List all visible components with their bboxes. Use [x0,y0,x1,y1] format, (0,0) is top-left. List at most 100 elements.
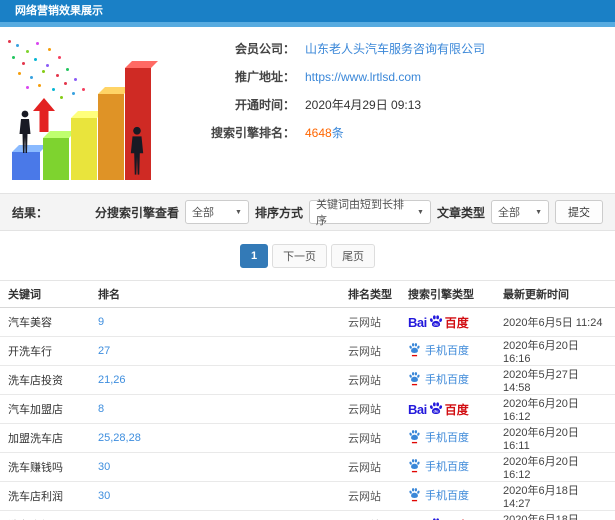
sort-filter-value: 关键词由短到长排序 [315,199,404,227]
page-title: 网络营销效果展示 [15,5,103,17]
baidu-logo-icon: Bai du 百度 [408,314,469,330]
updated-time-cell: 2020年6月18日 14:30 [495,510,615,520]
updated-time-cell: 2020年6月20日 16:16 [495,336,615,366]
company-label: 会员公司： [234,42,295,56]
rank-cell[interactable]: 27 [90,336,340,366]
table-row: 洗车店投资 21,26 云网站 Bai du 百度 [0,365,615,395]
mobile-baidu-paw-icon [409,372,420,386]
column-header-rank: 排名 [90,280,340,308]
rank-cell[interactable]: 9 [90,307,340,337]
column-header-engine: 搜索引擎类型 [400,280,495,308]
pagination: 1 下一页 尾页 [0,244,615,268]
person-figure-icon [130,126,144,175]
article-type-select[interactable]: 全部 ▼ [491,200,549,224]
chevron-down-icon: ▼ [235,208,242,216]
sort-filter-label: 排序方式 [254,205,303,220]
table-row: 加盟洗车店 25,28,28 云网站 Bai du 百度 [0,423,615,453]
info-row-rank-count: 搜索引擎排名： 4648条 [170,124,485,141]
company-info-panel: 会员公司： 山东老人头汽车服务咨询有限公司 推广地址： https://www.… [170,27,485,193]
chevron-down-icon: ▼ [417,208,424,216]
rank-type-cell: 云网站 [340,452,400,482]
results-table: 关键词 排名 排名类型 搜索引擎类型 最新更新时间 汽车美容 9 云网站 Bai [0,280,615,520]
rank-count-suffix: 条 [331,126,344,140]
rank-cell[interactable]: 21,26 [90,365,340,395]
page-header: 网络营销效果展示 [0,0,615,22]
filter-controls: 分搜索引擎查看 全部 ▼ 排序方式 关键词由短到长排序 ▼ 文章类型 全部 ▼ … [94,199,603,227]
keyword-cell: 汽车加盟店 [0,394,90,424]
rank-type-cell: 云网站 [340,336,400,366]
mobile-baidu-paw-icon [409,343,420,357]
info-row-company: 会员公司： 山东老人头汽车服务咨询有限公司 [170,40,485,57]
mobile-baidu-logo-icon: 手机百度 [408,429,469,445]
table-row: 洗车店利润 30 云网站 Bai du 百度 [0,481,615,511]
promo-url-label: 推广地址： [234,70,295,84]
open-time-value: 2020年4月29日 09:13 [305,98,422,112]
article-type-value: 全部 [498,207,520,219]
keyword-cell: 洗车店利润 [0,481,90,511]
rank-type-cell: 云网站 [340,307,400,337]
mobile-baidu-logo-icon: 手机百度 [408,487,469,503]
mobile-baidu-paw-icon [409,459,420,473]
rank-count-number: 4648 [305,126,332,140]
engine-cell: Bai du 百度 [400,307,495,337]
engine-filter-value: 全部 [191,207,214,219]
company-name-link[interactable]: 山东老人头汽车服务咨询有限公司 [305,40,485,57]
result-label: 结果： [12,205,49,220]
engine-cell: Bai du 百度 [400,510,495,520]
updated-time-cell: 2020年5月27日 14:58 [495,365,615,395]
rank-count-value: 4648条 [305,124,344,141]
person-figure-icon [19,110,31,153]
engine-filter-select[interactable]: 全部 ▼ [184,200,249,224]
engine-filter-label: 分搜索引擎查看 [94,205,179,220]
bar-chart-illustration [0,30,170,190]
rank-cell[interactable]: 25,28,28 [90,423,340,453]
baidu-paw-icon: du [429,402,442,415]
rank-type-cell: 云网站 [340,394,400,424]
page-button-current[interactable]: 1 [239,244,269,268]
engine-cell: Bai du 百度 [400,423,495,453]
rank-count-label: 搜索引擎排名： [210,126,295,140]
updated-time-cell: 2020年6月20日 16:12 [495,394,615,424]
keyword-cell: 洗车店加盟 [0,510,90,520]
mobile-baidu-paw-icon [409,488,420,502]
baidu-logo-icon: Bai du 百度 [408,401,469,417]
article-type-label: 文章类型 [436,205,485,220]
keyword-cell: 加盟洗车店 [0,423,90,453]
chart-bar-blue [12,152,40,180]
rank-type-cell: 云网站 [340,510,400,520]
baidu-paw-icon: du [429,315,442,328]
chevron-down-icon: ▼ [535,208,542,216]
updated-time-cell: 2020年6月18日 14:27 [495,481,615,511]
submit-button[interactable]: 提交 [555,200,603,224]
rank-type-cell: 云网站 [340,423,400,453]
engine-cell: Bai du 百度 [400,481,495,511]
page-button-last[interactable]: 尾页 [331,244,376,268]
column-header-keyword: 关键词 [0,280,90,308]
baidu-logo-icon: Bai du 百度 [408,517,469,520]
rank-cell[interactable]: 30 [90,481,340,511]
chart-bar-green [43,138,69,180]
sort-filter-select[interactable]: 关键词由短到长排序 ▼ [308,199,431,227]
engine-cell: Bai du 百度 [400,394,495,424]
keyword-cell: 开洗车行 [0,336,90,366]
keyword-cell: 洗车赚钱吗 [0,452,90,482]
rank-type-cell: 云网站 [340,481,400,511]
updated-time-cell: 2020年6月20日 16:11 [495,423,615,453]
engine-cell: Bai du 百度 [400,365,495,395]
rank-cell[interactable]: 30 [90,452,340,482]
table-row: 洗车赚钱吗 30 云网站 Bai du 百度 [0,452,615,482]
table-header: 关键词 排名 排名类型 搜索引擎类型 最新更新时间 [0,280,615,308]
rank-cell[interactable]: 3 [90,510,340,520]
table-row: 汽车加盟店 8 云网站 Bai du 百度 2020年6月20日 16:12 [0,394,615,424]
confetti-dots-icon [8,40,11,43]
rank-cell[interactable]: 8 [90,394,340,424]
mobile-baidu-logo-icon: 手机百度 [408,458,469,474]
info-row-open-time: 开通时间： 2020年4月29日 09:13 [170,96,485,113]
info-section: 会员公司： 山东老人头汽车服务咨询有限公司 推广地址： https://www.… [0,27,615,193]
mobile-baidu-logo-icon: 手机百度 [408,342,469,358]
filter-bar: 结果： 分搜索引擎查看 全部 ▼ 排序方式 关键词由短到长排序 ▼ 文章类型 全… [0,193,615,231]
promo-url-link[interactable]: https://www.lrtlsd.com [305,70,421,84]
mobile-baidu-paw-icon [409,430,420,444]
updated-time-cell: 2020年6月5日 11:24 [495,307,615,337]
page-button-next[interactable]: 下一页 [272,244,328,268]
